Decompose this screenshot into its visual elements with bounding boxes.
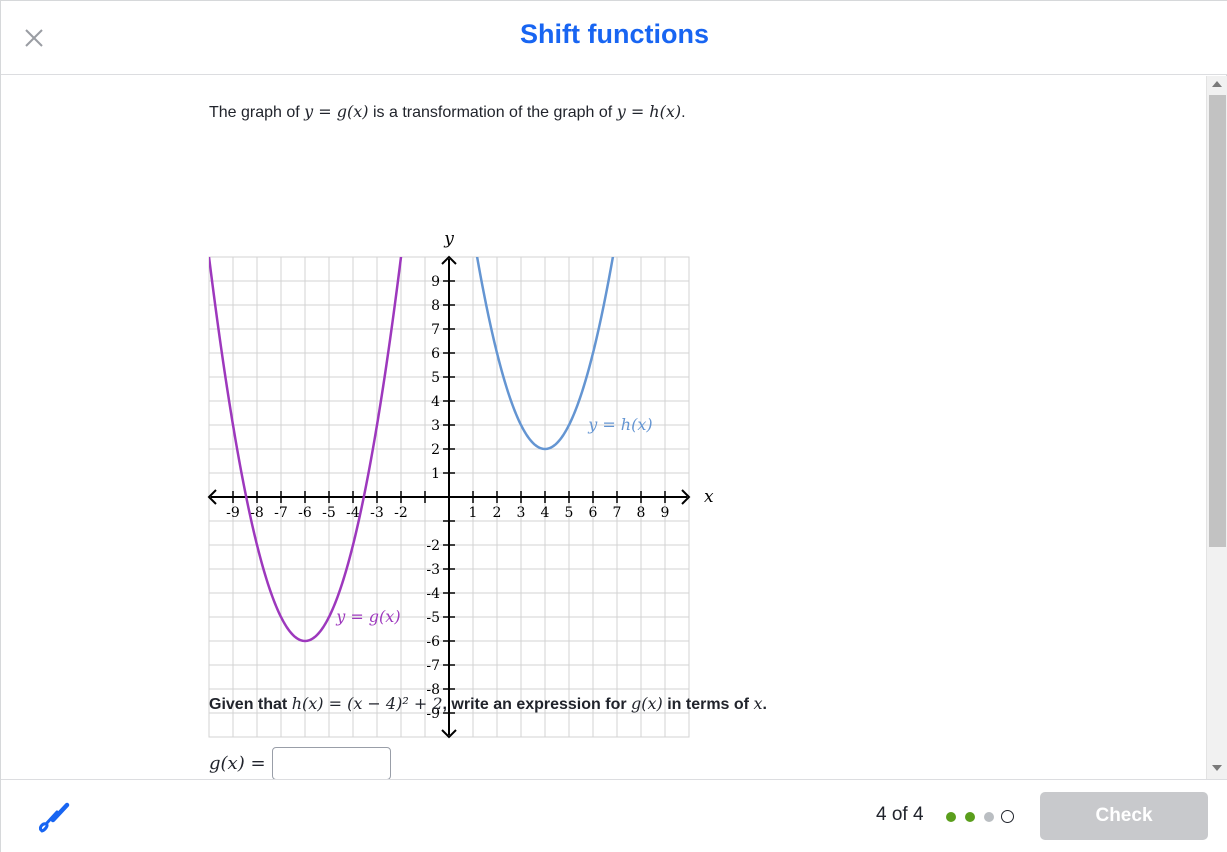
progress-text: 4 of 4 bbox=[876, 804, 924, 825]
y-tick-label: 1 bbox=[431, 466, 440, 482]
y-tick-label: 5 bbox=[431, 370, 440, 386]
answer-row: g(x) = bbox=[209, 746, 391, 779]
question-equation-h: h(x) = (x − 4)² + 2 bbox=[291, 694, 443, 713]
x-tick-label: 5 bbox=[565, 505, 574, 521]
x-tick-label: -6 bbox=[298, 505, 312, 521]
x-tick-label: 1 bbox=[469, 505, 478, 521]
pencil-icon bbox=[39, 802, 70, 833]
y-tick-label: -4 bbox=[426, 586, 440, 602]
answer-input[interactable] bbox=[271, 746, 391, 779]
x-tick-label: -8 bbox=[250, 505, 264, 521]
y-tick-label: 6 bbox=[431, 346, 440, 362]
progress-dot-4 bbox=[1001, 810, 1014, 823]
progress-dot-3 bbox=[982, 810, 995, 823]
coordinate-graph: -9 -8 -7 -6 -5 -4 -3 -2 1 2 3 4 5 6 7 8 9987654321-2-3-4… bbox=[207, 229, 714, 739]
question-text-prefix: Given that bbox=[209, 696, 292, 713]
y-axis-label: y bbox=[443, 229, 454, 249]
x-tick-label: -4 bbox=[346, 505, 360, 521]
question-text-suffix: . bbox=[762, 696, 767, 713]
intro-text-middle: is a transformation of the graph of bbox=[368, 104, 617, 121]
x-tick-label: 2 bbox=[493, 505, 502, 521]
scratchpad-button[interactable] bbox=[37, 800, 71, 834]
y-tick-label: 7 bbox=[431, 322, 440, 338]
x-tick-label: 6 bbox=[589, 505, 598, 521]
y-tick-label: 4 bbox=[431, 394, 440, 410]
progress-dot-2 bbox=[963, 810, 976, 823]
question-g-symbol: g(x) bbox=[631, 694, 663, 713]
problem-intro: The graph of y = g(x) is a transformatio… bbox=[209, 102, 686, 122]
y-tick-label: -3 bbox=[426, 562, 440, 578]
problem-question: Given that h(x) = (x − 4)² + 2, write an… bbox=[209, 694, 767, 714]
scroll-down-arrow-icon[interactable] bbox=[1212, 765, 1222, 771]
intro-text-suffix: . bbox=[681, 104, 686, 121]
question-text-middle2: in terms of bbox=[662, 696, 754, 713]
x-tick-label: -7 bbox=[274, 505, 288, 521]
intro-text-prefix: The graph of bbox=[209, 104, 305, 121]
check-button[interactable]: Check bbox=[1040, 792, 1208, 840]
x-axis-label: x bbox=[704, 487, 714, 507]
x-tick-label: 9 bbox=[661, 505, 670, 521]
curve-label-g: y = g(x) bbox=[335, 607, 400, 626]
exercise-window: Shift functions The graph of y = g(x) is… bbox=[0, 0, 1227, 852]
y-tick-label: -6 bbox=[426, 634, 440, 650]
x-tick-label: 8 bbox=[637, 505, 646, 521]
x-tick-label: 7 bbox=[613, 505, 622, 521]
y-tick-label: 3 bbox=[431, 418, 440, 434]
y-tick-label: -7 bbox=[426, 658, 440, 674]
problem-content: The graph of y = g(x) is a transformatio… bbox=[1, 76, 1206, 779]
x-tick-label: -5 bbox=[322, 505, 336, 521]
y-tick-label: -2 bbox=[426, 538, 440, 554]
x-tick-label: -3 bbox=[370, 505, 384, 521]
intro-equation-g: y = g(x) bbox=[304, 102, 369, 121]
x-tick-label: 4 bbox=[541, 505, 550, 521]
footer: 4 of 4 Check bbox=[1, 779, 1227, 852]
x-tick-label: 3 bbox=[517, 505, 526, 521]
question-text-middle: , write an expression for bbox=[442, 696, 632, 713]
scrollbar[interactable] bbox=[1206, 76, 1227, 779]
y-tick-label: 8 bbox=[431, 298, 440, 314]
intro-equation-h: y = h(x) bbox=[616, 102, 682, 121]
progress-dot-1 bbox=[944, 810, 957, 823]
progress-dots bbox=[944, 810, 1014, 823]
y-tick-label: 9 bbox=[431, 274, 440, 290]
x-tick-label: -2 bbox=[394, 505, 408, 521]
header: Shift functions bbox=[1, 1, 1227, 75]
scroll-up-arrow-icon[interactable] bbox=[1212, 81, 1222, 87]
curve-label-h: y = h(x) bbox=[587, 415, 652, 434]
y-tick-label: 2 bbox=[431, 442, 440, 458]
page-title: Shift functions bbox=[520, 19, 709, 49]
x-tick-label: -9 bbox=[226, 505, 240, 521]
scrollbar-thumb[interactable] bbox=[1209, 95, 1226, 547]
y-tick-label: -5 bbox=[426, 610, 440, 626]
answer-label: g(x) = bbox=[209, 752, 266, 774]
